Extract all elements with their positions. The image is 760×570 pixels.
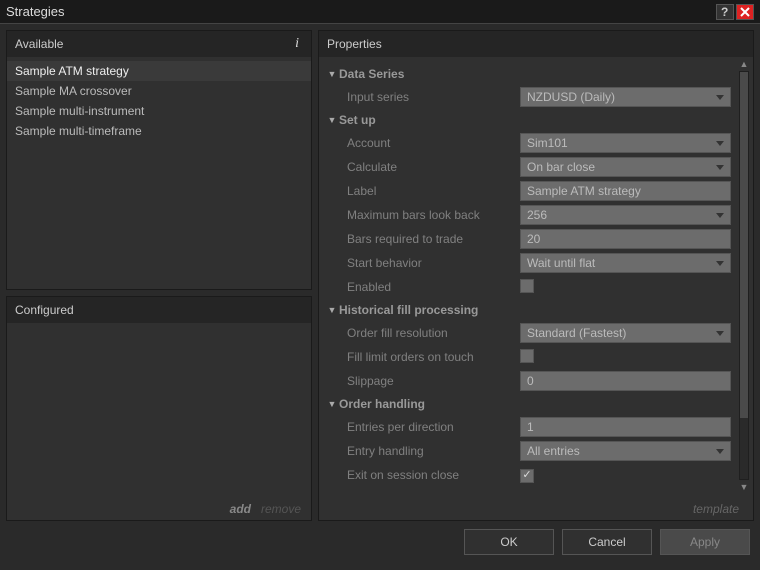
available-title: Available [15, 37, 63, 51]
left-actions: add remove [7, 498, 311, 520]
properties-panel: Properties ▼ Data Series Input series NZ… [318, 30, 754, 521]
label-order-fill: Order fill resolution [325, 326, 520, 340]
select-calculate[interactable]: On bar close [520, 157, 731, 177]
input-label[interactable] [520, 181, 731, 201]
label-fill-limit: Fill limit orders on touch [325, 350, 520, 364]
label-start-behavior: Start behavior [325, 256, 520, 270]
expand-icon: ▼ [325, 305, 339, 315]
input-bars-required[interactable] [520, 229, 731, 249]
list-item[interactable]: Sample MA crossover [7, 81, 311, 101]
list-item[interactable]: Sample multi-timeframe [7, 121, 311, 141]
scroll-up-icon[interactable]: ▲ [737, 57, 751, 71]
svg-text:?: ? [721, 6, 728, 18]
input-slippage[interactable] [520, 371, 731, 391]
scroll-down-icon[interactable]: ▼ [737, 480, 751, 494]
cancel-button[interactable]: Cancel [562, 529, 652, 555]
checkbox-enabled[interactable] [520, 279, 534, 293]
properties-body: ▼ Data Series Input series NZDUSD (Daily… [319, 57, 753, 498]
help-button[interactable]: ? [716, 4, 734, 20]
ok-button[interactable]: OK [464, 529, 554, 555]
scroll-track[interactable] [739, 71, 749, 480]
configured-list[interactable] [7, 323, 311, 498]
properties-header: Properties [319, 31, 753, 57]
checkbox-exit-session[interactable] [520, 469, 534, 483]
select-account[interactable]: Sim101 [520, 133, 731, 153]
select-order-fill[interactable]: Standard (Fastest) [520, 323, 731, 343]
checkbox-fill-limit[interactable] [520, 349, 534, 363]
label-entries-per-dir: Entries per direction [325, 420, 520, 434]
list-item[interactable]: Sample multi-instrument [7, 101, 311, 121]
group-historical[interactable]: ▼ Historical fill processing [325, 299, 749, 321]
label-label: Label [325, 184, 520, 198]
select-max-bars[interactable]: 256 [520, 205, 731, 225]
scrollbar[interactable]: ▲ ▼ [737, 57, 751, 494]
group-order-handling[interactable]: ▼ Order handling [325, 393, 749, 415]
label-bars-required: Bars required to trade [325, 232, 520, 246]
select-entry-handling[interactable]: All entries [520, 441, 731, 461]
select-input-series[interactable]: NZDUSD (Daily) [520, 87, 731, 107]
group-data-series[interactable]: ▼ Data Series [325, 63, 749, 85]
configured-title: Configured [15, 303, 74, 317]
available-list[interactable]: Sample ATM strategy Sample MA crossover … [7, 57, 311, 289]
dialog-buttons: OK Cancel Apply [0, 527, 760, 563]
label-input-series: Input series [325, 90, 520, 104]
expand-icon: ▼ [325, 115, 339, 125]
available-header: Available i [7, 31, 311, 57]
info-icon[interactable]: i [291, 36, 303, 52]
close-button[interactable] [736, 4, 754, 20]
properties-footer: template [319, 498, 753, 520]
label-account: Account [325, 136, 520, 150]
list-item[interactable]: Sample ATM strategy [7, 61, 311, 81]
configured-header: Configured [7, 297, 311, 323]
configured-panel: Configured add remove [6, 296, 312, 521]
template-action[interactable]: template [693, 502, 739, 516]
expand-icon: ▼ [325, 69, 339, 79]
available-panel: Available i Sample ATM strategy Sample M… [6, 30, 312, 290]
label-slippage: Slippage [325, 374, 520, 388]
add-action[interactable]: add [230, 502, 251, 516]
label-exit-session: Exit on session close [325, 468, 520, 482]
expand-icon: ▼ [325, 399, 339, 409]
window-title: Strategies [6, 4, 714, 19]
remove-action: remove [261, 502, 301, 516]
label-max-bars: Maximum bars look back [325, 208, 520, 222]
select-start-behavior[interactable]: Wait until flat [520, 253, 731, 273]
group-setup[interactable]: ▼ Set up [325, 109, 749, 131]
label-enabled: Enabled [325, 280, 520, 294]
titlebar: Strategies ? [0, 0, 760, 24]
apply-button: Apply [660, 529, 750, 555]
label-calculate: Calculate [325, 160, 520, 174]
scroll-thumb[interactable] [740, 72, 748, 418]
properties-title: Properties [327, 37, 382, 51]
input-entries-per-dir[interactable] [520, 417, 731, 437]
label-entry-handling: Entry handling [325, 444, 520, 458]
